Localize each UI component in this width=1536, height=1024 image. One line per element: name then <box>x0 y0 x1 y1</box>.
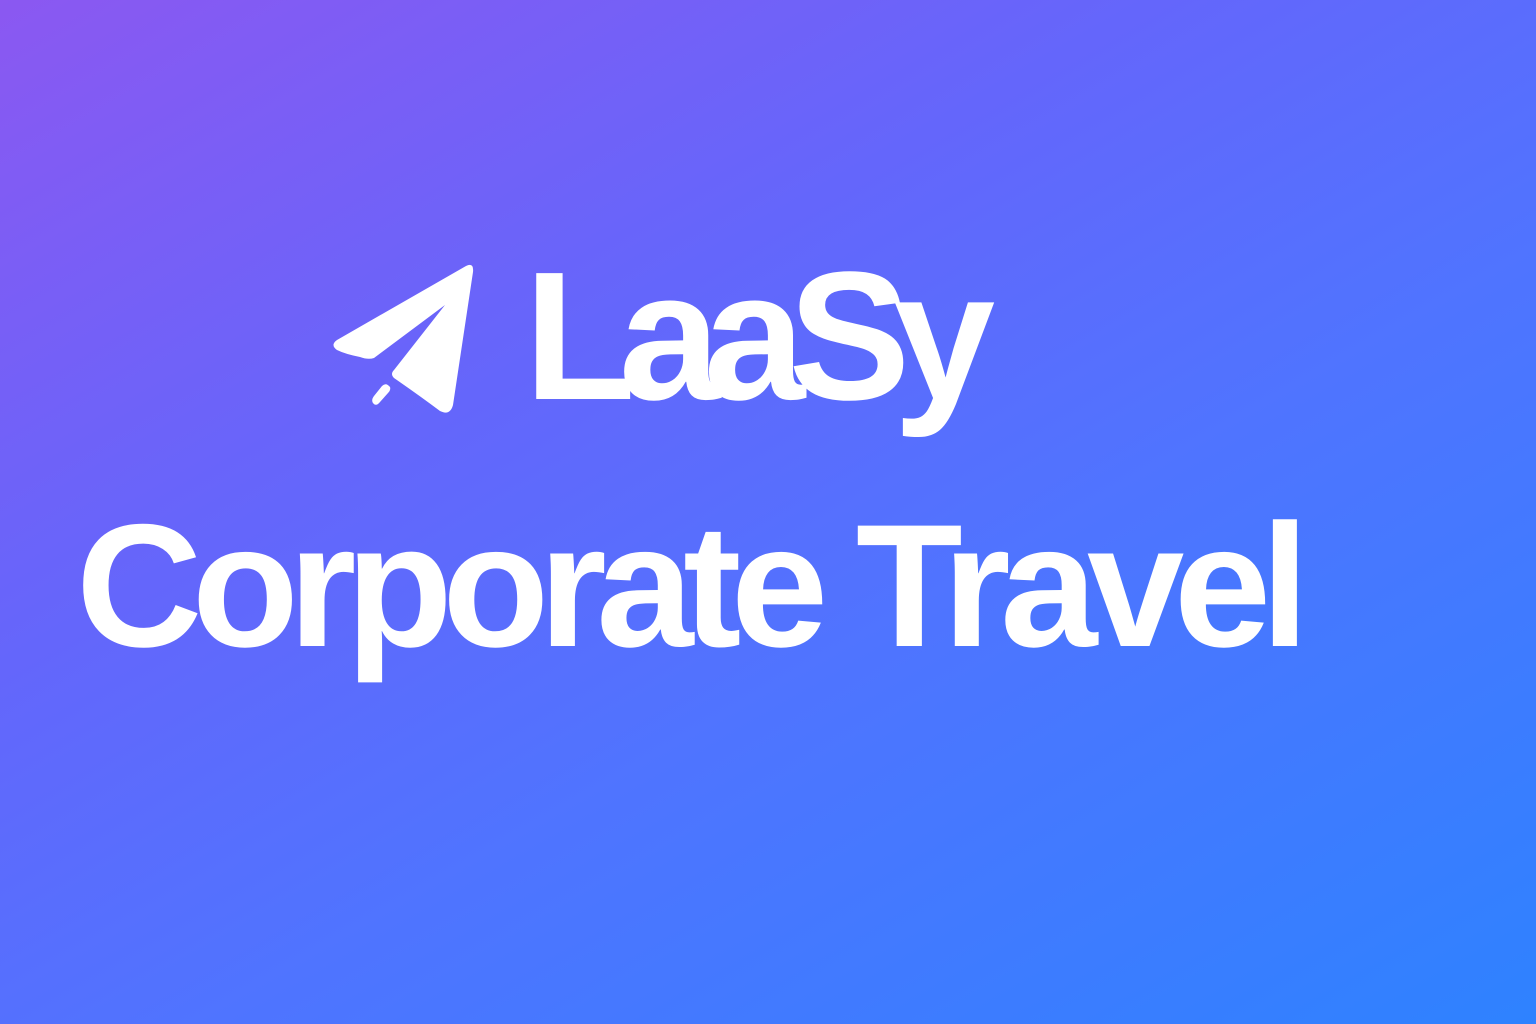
tagline: Corporate Travel <box>76 489 1309 684</box>
brand-name: LaaSy <box>524 233 995 438</box>
paper-plane-icon <box>333 264 474 413</box>
